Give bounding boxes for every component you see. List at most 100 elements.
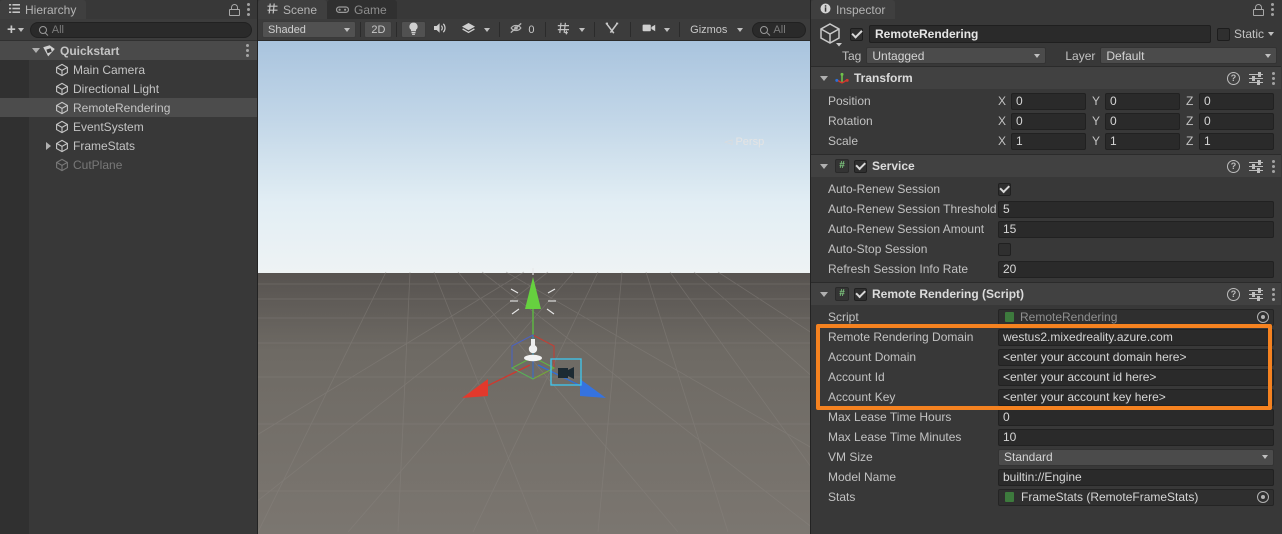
hierarchy-item-remoterendering[interactable]: RemoteRendering: [0, 98, 257, 117]
property-text-input[interactable]: 5: [998, 200, 1274, 218]
scene-tools-button[interactable]: [598, 21, 626, 38]
property-value: FrameStats (RemoteFrameStats): [998, 488, 1274, 506]
hierarchy-search-input[interactable]: All: [29, 21, 252, 38]
component-header-service[interactable]: # Service?: [811, 155, 1281, 177]
property-checkbox[interactable]: [998, 182, 1011, 196]
grid-snap-toggle[interactable]: [550, 21, 574, 38]
axis-input[interactable]: 1: [1199, 132, 1274, 150]
hierarchy-item-cutplane[interactable]: CutPlane: [0, 155, 257, 174]
expand-arrow-closed-icon[interactable]: [42, 141, 55, 150]
object-picker-icon[interactable]: [1257, 311, 1269, 323]
shading-mode-dropdown[interactable]: Shaded: [262, 21, 356, 38]
hierarchy-item-eventsystem[interactable]: EventSystem: [0, 117, 257, 136]
scene-viewport[interactable]: y x z ◅ Persp: [258, 41, 810, 534]
object-picker-icon[interactable]: [1257, 491, 1269, 503]
property-dropdown[interactable]: Standard: [998, 448, 1274, 466]
preset-icon[interactable]: [1249, 288, 1263, 301]
preset-icon[interactable]: [1249, 72, 1263, 85]
tab-inspector-label: Inspector: [836, 2, 886, 17]
help-icon[interactable]: ?: [1227, 71, 1240, 85]
tab-scene[interactable]: Scene: [258, 0, 328, 19]
hierarchy-kebab-menu-icon[interactable]: [247, 3, 250, 16]
tab-game[interactable]: Game: [327, 0, 397, 19]
property-text-input[interactable]: 0: [998, 408, 1274, 426]
tab-scene-label: Scene: [283, 2, 318, 17]
property-text-input[interactable]: 10: [998, 428, 1274, 446]
scene-search-input[interactable]: All: [752, 21, 806, 38]
property-row-position: Position X 0 Y 0 Z 0: [811, 91, 1281, 111]
property-label: Auto-Renew Session Amount: [828, 222, 985, 236]
axis-input[interactable]: 0: [1199, 112, 1274, 130]
component-kebab-menu-icon[interactable]: [1272, 159, 1275, 173]
tab-inspector[interactable]: Inspector: [811, 0, 896, 19]
axis-input[interactable]: 0: [1011, 112, 1086, 130]
gameobject-icon: [55, 120, 69, 134]
component-kebab-menu-icon[interactable]: [1272, 71, 1275, 85]
preset-icon[interactable]: [1249, 160, 1263, 173]
scene-fx-dropdown[interactable]: [479, 21, 495, 38]
object-value: FrameStats (RemoteFrameStats): [1021, 490, 1199, 504]
static-checkbox[interactable]: [1216, 27, 1230, 41]
hierarchy-row-kebab-menu-icon[interactable]: [246, 44, 249, 57]
component-foldout-icon[interactable]: [817, 163, 830, 169]
chevron-down-icon[interactable]: [1268, 32, 1274, 36]
grid-snap-dropdown[interactable]: [574, 21, 590, 38]
gizmos-dropdown[interactable]: [732, 21, 748, 38]
axis-input[interactable]: 0: [1011, 92, 1086, 110]
component-foldout-icon[interactable]: [817, 291, 830, 297]
projection-mode-toggle[interactable]: ◅ Persp: [724, 135, 764, 149]
scene-visibility-toggle[interactable]: 0: [503, 21, 541, 38]
hierarchy-item-framestats[interactable]: FrameStats: [0, 136, 257, 155]
property-text-input[interactable]: westus2.mixedreality.azure.com: [998, 328, 1274, 346]
hierarchy-item-directional-light[interactable]: Directional Light: [0, 79, 257, 98]
static-toggle-group[interactable]: Static: [1216, 27, 1274, 41]
expand-arrow-open-icon[interactable]: [29, 48, 42, 53]
lightbulb-icon: [408, 22, 419, 38]
component-foldout-icon[interactable]: [817, 75, 830, 81]
layer-dropdown[interactable]: Default: [1100, 47, 1277, 64]
tab-hierarchy[interactable]: Hierarchy: [0, 0, 87, 19]
scene-lighting-toggle[interactable]: [400, 21, 426, 38]
script-reference-field[interactable]: RemoteRendering: [998, 308, 1274, 326]
create-object-label: +: [7, 21, 16, 38]
component-enabled-checkbox[interactable]: [854, 287, 867, 301]
axis-label: Y: [1092, 94, 1101, 108]
component-header-remote-rendering[interactable]: # Remote Rendering (Script)?: [811, 283, 1281, 305]
property-text-input[interactable]: builtin://Engine: [998, 468, 1274, 486]
axis-input[interactable]: 1: [1105, 132, 1180, 150]
toggle-2d-button[interactable]: 2D: [364, 21, 393, 38]
axis-input[interactable]: 1: [1011, 132, 1086, 150]
property-text-input[interactable]: <enter your account key here>: [998, 388, 1274, 406]
component-kebab-menu-icon[interactable]: [1272, 287, 1275, 301]
help-icon[interactable]: ?: [1227, 287, 1240, 301]
lock-icon[interactable]: [229, 3, 240, 16]
property-text-input[interactable]: 20: [998, 260, 1274, 278]
component-enabled-checkbox[interactable]: [854, 159, 867, 173]
property-text-input[interactable]: <enter your account domain here>: [998, 348, 1274, 366]
object-reference-field[interactable]: FrameStats (RemoteFrameStats): [998, 488, 1274, 506]
axis-input[interactable]: 0: [1105, 92, 1180, 110]
scene-audio-toggle[interactable]: [426, 21, 454, 38]
property-text-input[interactable]: <enter your account id here>: [998, 368, 1274, 386]
scene-camera-dropdown[interactable]: [659, 21, 675, 38]
hierarchy-item-main-camera[interactable]: Main Camera: [0, 60, 257, 79]
object-name-input[interactable]: RemoteRendering: [869, 25, 1211, 43]
hierarchy-item-quickstart[interactable]: Quickstart: [0, 41, 257, 60]
scene-fx-toggle[interactable]: [454, 21, 479, 38]
tag-dropdown[interactable]: Untagged: [866, 47, 1047, 64]
property-text-input[interactable]: 15: [998, 220, 1274, 238]
object-enabled-checkbox[interactable]: [850, 27, 863, 41]
property-text-value: <enter your account id here>: [1003, 370, 1157, 384]
property-checkbox[interactable]: [998, 242, 1011, 256]
scene-camera-button[interactable]: [635, 21, 659, 38]
gizmos-button[interactable]: Gizmos: [683, 21, 732, 38]
axis-input[interactable]: 0: [1105, 112, 1180, 130]
lock-icon[interactable]: [1253, 3, 1264, 16]
inspector-kebab-menu-icon[interactable]: [1271, 3, 1274, 16]
axis-input[interactable]: 0: [1199, 92, 1274, 110]
help-icon[interactable]: ?: [1227, 159, 1240, 173]
property-value: 5: [998, 200, 1274, 218]
component-header-transform[interactable]: Transform?: [811, 67, 1281, 89]
axis-value: 1: [1016, 134, 1023, 148]
create-object-button[interactable]: +: [5, 21, 26, 38]
